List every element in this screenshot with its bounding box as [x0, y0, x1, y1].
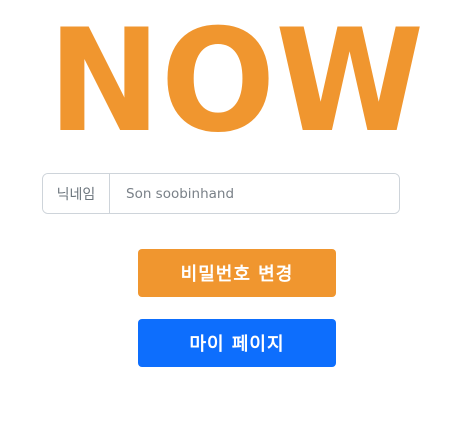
- change-password-button[interactable]: 비밀번호 변경: [138, 249, 336, 297]
- nickname-label: 닉네임: [43, 174, 110, 213]
- nickname-input[interactable]: [110, 174, 399, 213]
- now-logo: NOW: [46, 14, 426, 138]
- now-logo-graphic: NOW: [48, 14, 424, 138]
- nickname-input-group: 닉네임: [42, 173, 400, 214]
- page: NOW 닉네임 비밀번호 변경 마이 페이지: [0, 0, 463, 438]
- logo-text: NOW: [48, 14, 424, 138]
- my-page-button[interactable]: 마이 페이지: [138, 319, 336, 367]
